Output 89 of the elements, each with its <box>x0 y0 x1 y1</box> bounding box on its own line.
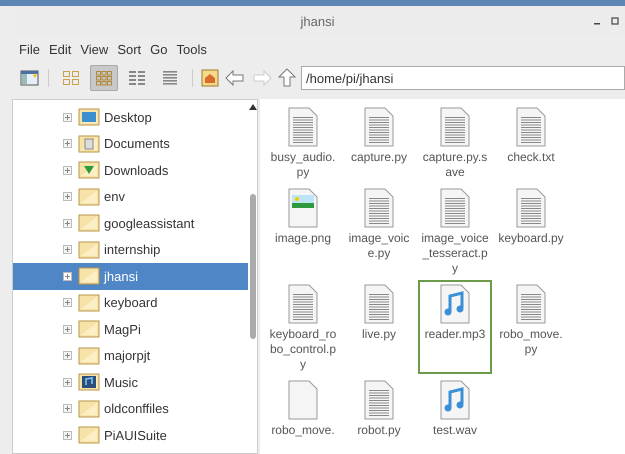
maximize-icon[interactable] <box>611 17 619 25</box>
path-field[interactable]: /home/pi/jhansi <box>301 66 625 90</box>
folder-icon <box>78 188 100 206</box>
tree-item[interactable]: googleassistant <box>13 210 248 236</box>
tree-item[interactable]: internship <box>13 236 248 263</box>
document-icon <box>288 284 318 324</box>
scroll-up-icon[interactable] <box>248 104 256 110</box>
entry-tile[interactable]: check.txt <box>494 103 568 182</box>
folder-icon <box>78 373 100 392</box>
entry-tile[interactable]: test.wav <box>418 376 492 454</box>
tree-item[interactable]: jhansi <box>13 263 248 290</box>
entry-tile[interactable]: reader.mp3 <box>418 280 492 374</box>
document-icon <box>364 380 394 420</box>
tree-item[interactable]: Music <box>13 369 248 396</box>
window-title: jhansi <box>300 14 334 28</box>
document-icon <box>440 107 470 147</box>
folder-icon <box>78 400 100 418</box>
back-arrow-icon[interactable] <box>224 69 246 87</box>
folder-icon <box>78 267 100 286</box>
expand-icon[interactable] <box>63 245 72 254</box>
tree-item[interactable]: keyboard <box>13 290 248 316</box>
tree-item[interactable]: Downloads <box>13 157 248 184</box>
menu-item[interactable]: Tools <box>176 42 207 56</box>
scrollbar-thumb[interactable] <box>250 194 256 339</box>
entry-tile[interactable]: capture.py <box>342 103 416 182</box>
entry-tile[interactable]: robo_move. py <box>494 280 568 374</box>
entry-tile[interactable]: keyboard_ro bo_control.p y <box>266 280 340 374</box>
expand-icon[interactable] <box>63 351 72 360</box>
expand-icon[interactable] <box>63 166 72 175</box>
tree-item[interactable]: Documents <box>13 130 248 157</box>
document-icon <box>288 188 318 228</box>
document-icon <box>440 284 470 324</box>
entry-tile[interactable]: image_voic e.py <box>342 184 416 278</box>
menu-item[interactable]: View <box>80 42 108 56</box>
document-icon <box>516 284 546 324</box>
new-window-icon[interactable] <box>20 69 40 87</box>
list-view-icon <box>128 70 146 86</box>
expand-icon[interactable] <box>63 112 72 122</box>
menu-item[interactable]: Edit <box>48 42 72 56</box>
menu-item[interactable]: Go <box>150 42 168 56</box>
folder-icon <box>78 214 100 232</box>
document-icon <box>440 380 470 420</box>
entry-tile[interactable]: keyboard.py <box>494 184 568 278</box>
entry-tile[interactable]: robo_move. <box>266 376 340 454</box>
grid-view-icon <box>62 70 80 86</box>
document-icon <box>516 107 546 147</box>
expand-icon[interactable] <box>63 272 72 281</box>
expand-icon[interactable] <box>63 324 72 334</box>
folder-icon <box>78 426 100 444</box>
entry-tile[interactable]: busy_audio. py <box>266 103 340 182</box>
folder-icon <box>78 134 100 153</box>
entry-tile[interactable]: live.py <box>342 280 416 374</box>
menu-item[interactable]: File <box>19 42 40 56</box>
document-icon <box>364 107 394 147</box>
folder-icon <box>78 346 100 365</box>
grid-view-icon <box>95 70 113 86</box>
expand-icon[interactable] <box>63 192 72 202</box>
folder-icon <box>78 161 100 180</box>
document-icon <box>364 188 394 228</box>
tree-item[interactable]: env <box>13 184 248 210</box>
expand-icon[interactable] <box>63 378 72 387</box>
tree-item[interactable]: Desktop <box>13 104 248 130</box>
folder-icon <box>78 320 100 338</box>
expand-icon[interactable] <box>63 218 72 228</box>
home-icon[interactable] <box>201 69 219 87</box>
entry-tile[interactable]: image.png <box>266 184 340 278</box>
menu-item[interactable]: Sort <box>117 42 142 56</box>
document-icon <box>516 188 546 228</box>
up-arrow-icon[interactable] <box>278 68 296 88</box>
expand-icon[interactable] <box>63 430 72 440</box>
document-icon <box>288 380 318 420</box>
tree-item[interactable]: majorpjt <box>13 342 248 369</box>
expand-icon[interactable] <box>63 298 72 308</box>
list-view-icon <box>161 70 179 86</box>
expand-icon[interactable] <box>63 139 72 148</box>
tree-item[interactable]: MagPi <box>13 316 248 342</box>
document-icon <box>288 107 318 147</box>
tree-item[interactable]: oldconffiles <box>13 396 248 422</box>
entry-tile[interactable]: robot.py <box>342 376 416 454</box>
folder-icon <box>78 240 100 259</box>
folder-icon <box>78 108 100 126</box>
document-icon <box>440 188 470 228</box>
entry-tile[interactable]: image_voice _tesseract.p y <box>418 184 492 278</box>
document-icon <box>364 284 394 324</box>
expand-icon[interactable] <box>63 404 72 414</box>
view-mode-button[interactable] <box>90 65 118 91</box>
entry-tile[interactable]: capture.py.s ave <box>418 103 492 182</box>
tree-item[interactable]: PiAUISuite <box>13 422 248 448</box>
folder-icon <box>78 294 100 312</box>
